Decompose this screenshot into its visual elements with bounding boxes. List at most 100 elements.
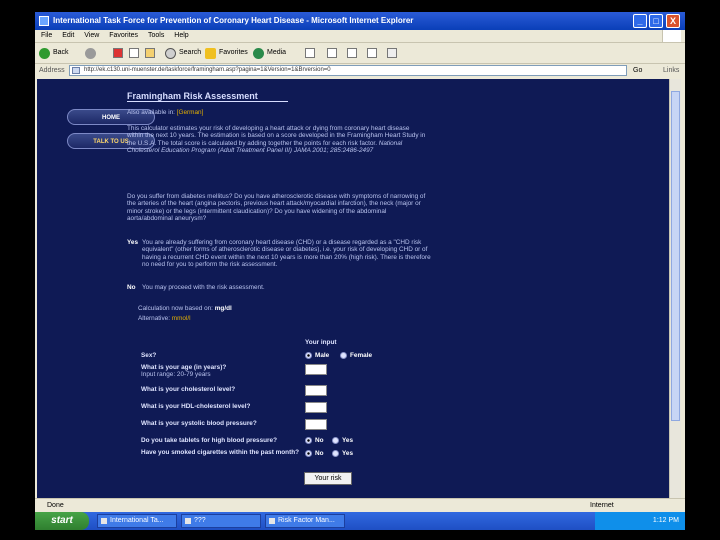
edit-button[interactable] <box>367 43 380 63</box>
mail-button[interactable] <box>327 43 340 63</box>
smoked-no-option[interactable]: No <box>305 450 324 457</box>
radio-selected-icon <box>305 437 312 444</box>
menu-edit[interactable]: Edit <box>62 32 74 39</box>
search-button[interactable]: Search <box>165 43 201 63</box>
yes-label: Yes <box>342 437 354 444</box>
print-icon <box>347 48 357 58</box>
scrollbar-thumb[interactable] <box>671 91 680 421</box>
back-arrow-icon <box>39 47 50 59</box>
status-bar: Done Internet <box>35 498 685 513</box>
forward-arrow-icon <box>85 47 96 59</box>
radio-icon <box>332 450 339 457</box>
search-label: Search <box>179 49 202 56</box>
close-button[interactable]: X <box>666 14 680 28</box>
links-button[interactable]: Links <box>663 64 679 78</box>
also-available: Also available in: [German] <box>127 109 203 116</box>
taskbar-item-browser[interactable]: International Ta... <box>97 514 177 528</box>
menu-file[interactable]: File <box>41 32 52 39</box>
forward-button[interactable] <box>85 43 99 63</box>
no-label: No <box>127 284 136 291</box>
history-button[interactable] <box>305 43 318 63</box>
age-question: What is your age (in years)? Input range… <box>141 364 226 378</box>
taskbar-item-second[interactable]: ??? <box>181 514 261 528</box>
favorites-button[interactable]: Favorites <box>205 43 248 63</box>
no-label: No <box>315 437 324 444</box>
female-label: Female <box>350 352 373 359</box>
address-label: Address <box>39 67 65 74</box>
go-button[interactable]: Go <box>633 64 642 78</box>
hdl-question: What is your HDL-cholesterol level? <box>141 403 251 410</box>
window-title: International Task Force for Prevention … <box>53 16 414 25</box>
home-button[interactable] <box>145 43 158 63</box>
page-content: HOME TALK TO US Framingham Risk Assessme… <box>37 79 681 509</box>
back-button[interactable]: Back <box>39 43 69 63</box>
zone-text: Internet <box>590 502 614 509</box>
menu-favorites[interactable]: Favorites <box>109 32 138 39</box>
media-icon <box>253 47 264 59</box>
alt-label: Alternative: <box>138 315 170 322</box>
media-label: Media <box>267 49 287 56</box>
radio-selected-icon <box>305 352 312 359</box>
page-title: Framingham Risk Assessment <box>127 91 288 102</box>
home-icon <box>145 48 155 58</box>
refresh-icon <box>129 48 139 58</box>
age-label: What is your age (in years)? <box>141 364 227 371</box>
intro-text: This calculator estimates your risk of d… <box>127 125 427 155</box>
tablets-question: Do you take tablets for high blood press… <box>141 437 277 444</box>
start-button[interactable]: start <box>35 512 89 530</box>
status-text: Done <box>47 502 64 509</box>
smoked-question: Have you smoked cigarettes within the pa… <box>141 449 300 456</box>
german-link[interactable]: [German] <box>177 109 204 116</box>
sex-female-option[interactable]: Female <box>340 352 372 359</box>
menu-help[interactable]: Help <box>174 32 188 39</box>
taskbar-item-risk-factor[interactable]: Risk Factor Man... <box>265 514 345 528</box>
smoked-yes-option[interactable]: Yes <box>332 450 353 457</box>
tablets-yes-option[interactable]: Yes <box>332 437 353 444</box>
male-label: Male <box>315 352 330 359</box>
back-label: Back <box>53 49 69 56</box>
age-input[interactable] <box>305 364 327 375</box>
menu-tools[interactable]: Tools <box>148 32 164 39</box>
your-risk-button[interactable]: Your risk <box>304 472 352 485</box>
sex-male-option[interactable]: Male <box>305 352 329 359</box>
cholesterol-question: What is your cholesterol level? <box>141 386 236 393</box>
yes-label: Yes <box>342 450 354 457</box>
cholesterol-input[interactable] <box>305 385 327 396</box>
minimize-button[interactable]: _ <box>633 14 647 28</box>
windows-logo-icon <box>662 30 681 42</box>
menu-bar: File Edit View Favorites Tools Help <box>35 30 685 43</box>
radio-icon <box>340 352 347 359</box>
alternative-unit: Alternative: mmol/l <box>138 315 191 322</box>
address-input[interactable]: http://ek.c130.uni-muenster.de/taskforce… <box>69 65 627 76</box>
age-hint: Input range: 20-79 years <box>141 371 211 379</box>
mail-icon <box>327 48 337 58</box>
stop-button[interactable] <box>113 43 126 63</box>
taskbar: start International Ta... ??? Risk Facto… <box>35 512 685 530</box>
toolbar: Back Search Favorites Media <box>35 43 685 64</box>
edit-icon <box>367 48 377 58</box>
print-button[interactable] <box>347 43 360 63</box>
vertical-scrollbar[interactable] <box>669 79 681 509</box>
address-bar: Address http://ek.c130.uni-muenster.de/t… <box>35 64 685 78</box>
stop-icon <box>113 48 123 58</box>
also-available-label: Also available in: <box>127 109 175 116</box>
tablets-no-option[interactable]: No <box>305 437 324 444</box>
system-tray: 1:12 PM <box>595 512 685 530</box>
title-bar[interactable]: International Task Force for Prevention … <box>35 12 685 30</box>
browser-window: International Task Force for Prevention … <box>35 12 685 513</box>
hdl-input[interactable] <box>305 402 327 413</box>
menu-view[interactable]: View <box>84 32 99 39</box>
maximize-button[interactable]: □ <box>649 14 663 28</box>
radio-selected-icon <box>305 450 312 457</box>
ie-icon <box>39 16 49 26</box>
page-icon <box>72 67 80 74</box>
calc-label: Calculation now based on: <box>138 305 213 312</box>
search-icon <box>165 47 176 59</box>
messenger-icon <box>387 48 397 58</box>
media-button[interactable]: Media <box>253 43 286 63</box>
mmol-link[interactable]: mmol/l <box>172 315 191 322</box>
blood-pressure-input[interactable] <box>305 419 327 430</box>
refresh-button[interactable] <box>129 43 142 63</box>
clock: 1:12 PM <box>652 517 679 524</box>
messenger-button[interactable] <box>387 43 400 63</box>
